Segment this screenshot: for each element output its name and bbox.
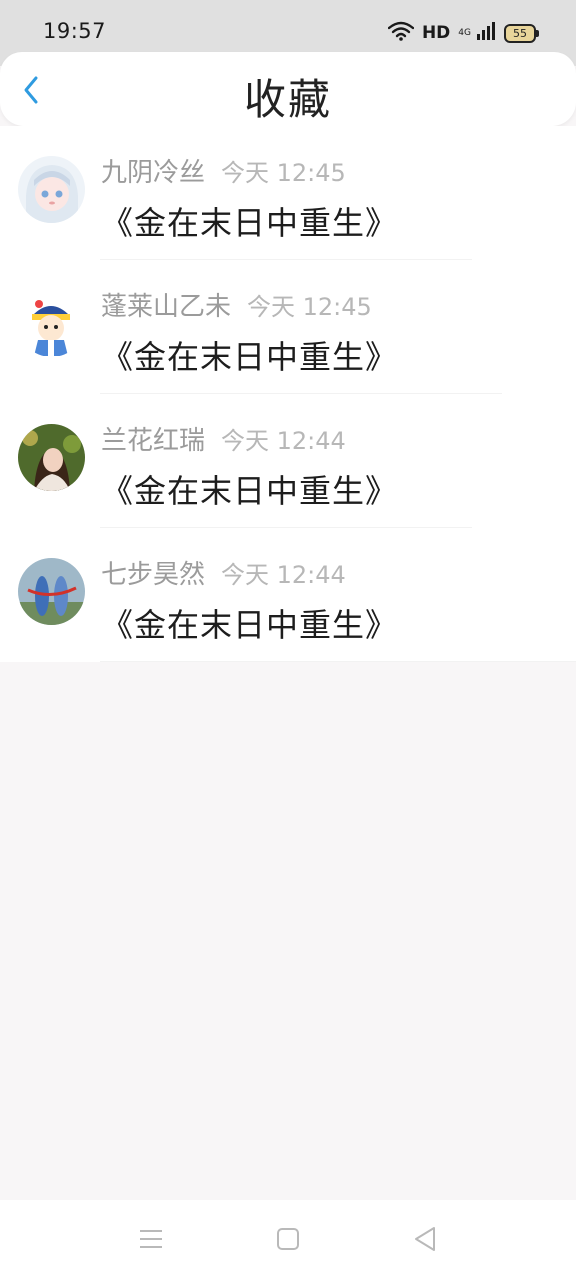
list-item[interactable]: 兰花红瑞 今天 12:44 《金在末日中重生》 bbox=[0, 394, 576, 528]
hd-label: HD bbox=[421, 23, 451, 43]
system-nav-bar bbox=[0, 1200, 576, 1280]
timestamp: 今天 12:44 bbox=[221, 561, 346, 589]
list-item[interactable]: 七步昊然 今天 12:44 《金在末日中重生》 bbox=[0, 528, 576, 662]
item-meta: 蓬莱山乙未 今天 12:45 bbox=[101, 286, 372, 323]
battery-level: 55 bbox=[513, 26, 527, 40]
favorite-content[interactable]: 《金在末日中重生》 bbox=[101, 332, 398, 378]
user-name[interactable]: 九阴冷丝 bbox=[101, 152, 205, 189]
favorite-content[interactable]: 《金在末日中重生》 bbox=[101, 198, 398, 244]
avatar[interactable] bbox=[18, 290, 85, 357]
battery-icon: 55 bbox=[504, 23, 539, 43]
item-meta: 兰花红瑞 今天 12:44 bbox=[101, 420, 346, 457]
favorite-content[interactable]: 《金在末日中重生》 bbox=[101, 600, 398, 646]
user-name[interactable]: 七步昊然 bbox=[101, 554, 205, 591]
network-label: 4G bbox=[458, 27, 471, 38]
home-button[interactable] bbox=[271, 1224, 305, 1258]
menu-icon bbox=[139, 1228, 163, 1254]
list-item[interactable]: 蓬莱山乙未 今天 12:45 《金在末日中重生》 bbox=[0, 260, 576, 394]
menu-button[interactable] bbox=[134, 1224, 168, 1258]
wifi-icon bbox=[387, 21, 415, 45]
user-name[interactable]: 兰花红瑞 bbox=[101, 420, 205, 457]
home-square-icon bbox=[276, 1227, 300, 1255]
status-icons: HD 4G 55 bbox=[387, 20, 539, 46]
avatar[interactable] bbox=[18, 558, 85, 625]
item-meta: 九阴冷丝 今天 12:45 bbox=[101, 152, 346, 189]
back-nav-button[interactable] bbox=[408, 1224, 442, 1258]
status-time: 19:57 bbox=[43, 19, 107, 43]
timestamp: 今天 12:44 bbox=[221, 427, 346, 455]
page-title: 收藏 bbox=[243, 75, 332, 124]
divider bbox=[100, 661, 576, 662]
avatar[interactable] bbox=[18, 424, 85, 491]
favorites-list: 九阴冷丝 今天 12:45 《金在末日中重生》 蓬莱山乙未 今天 12:45 《… bbox=[0, 126, 576, 662]
user-name[interactable]: 蓬莱山乙未 bbox=[101, 286, 231, 323]
timestamp: 今天 12:45 bbox=[221, 159, 346, 187]
favorite-content[interactable]: 《金在末日中重生》 bbox=[101, 466, 398, 512]
avatar[interactable] bbox=[18, 156, 85, 223]
app-header: 收藏 bbox=[0, 52, 576, 126]
item-meta: 七步昊然 今天 12:44 bbox=[101, 554, 346, 591]
signal-icon bbox=[476, 21, 496, 45]
timestamp: 今天 12:45 bbox=[247, 293, 372, 321]
list-item[interactable]: 九阴冷丝 今天 12:45 《金在末日中重生》 bbox=[0, 126, 576, 260]
back-triangle-icon bbox=[413, 1226, 437, 1256]
